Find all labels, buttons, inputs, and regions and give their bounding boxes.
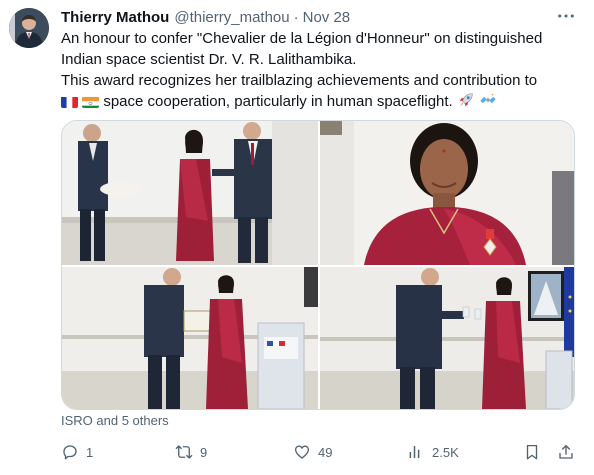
reply-count: 1 xyxy=(86,444,94,460)
satellite-icon xyxy=(479,91,497,115)
photo-lalithambika-portrait[interactable] xyxy=(320,121,574,265)
more-options-icon[interactable] xyxy=(555,6,577,26)
action-bar: 1 9 49 2.5K xyxy=(61,440,575,464)
photo-certificate-handover[interactable] xyxy=(62,267,318,409)
retweet-icon xyxy=(175,445,193,459)
liked-by-text[interactable]: ISRO and 5 others xyxy=(61,413,169,428)
tweet-text-line-flags: space cooperation, particularly in human… xyxy=(61,91,586,115)
india-flag-icon xyxy=(82,95,100,108)
bookmark-icon xyxy=(526,444,538,460)
france-flag-icon xyxy=(61,95,78,108)
reply-button[interactable]: 1 xyxy=(61,440,93,464)
tweet-text-line: Indian space scientist Dr. V. R. Lalitha… xyxy=(61,51,357,68)
retweet-count: 9 xyxy=(200,444,208,460)
tweet-text-line: An honour to confer "Chevalier de la Lég… xyxy=(61,30,543,47)
like-count: 49 xyxy=(318,444,333,460)
like-button[interactable]: 49 xyxy=(293,440,332,464)
share-button[interactable] xyxy=(557,440,575,464)
tweet-text-line: space cooperation, particularly in human… xyxy=(103,93,453,110)
author-name[interactable]: Thierry Mathou xyxy=(61,9,169,26)
tweet-text: An honour to confer "Chevalier de la Lég… xyxy=(61,28,586,115)
photo-award-presentation[interactable] xyxy=(62,121,318,265)
reply-icon xyxy=(63,445,77,460)
tweet-date[interactable]: Nov 28 xyxy=(303,9,351,26)
photo-grid xyxy=(61,120,575,410)
rocket-icon xyxy=(457,91,475,115)
heart-icon xyxy=(294,445,310,459)
views-count: 2.5K xyxy=(432,444,459,460)
tweet[interactable]: Thierry Mathou @thierry_mathou · Nov 28 … xyxy=(0,0,594,475)
author-handle[interactable]: @thierry_mathou xyxy=(174,9,289,26)
views-button[interactable]: 2.5K xyxy=(407,440,459,464)
bookmark-button[interactable] xyxy=(523,440,541,464)
avatar[interactable] xyxy=(9,8,49,48)
photo-toast[interactable] xyxy=(320,267,574,409)
separator-dot: · xyxy=(293,8,299,26)
views-chart-icon xyxy=(409,446,423,458)
share-icon xyxy=(559,444,573,459)
retweet-button[interactable]: 9 xyxy=(175,440,207,464)
tweet-header: Thierry Mathou @thierry_mathou · Nov 28 xyxy=(61,7,350,27)
tweet-text-line: This award recognizes her trailblazing a… xyxy=(61,72,538,89)
